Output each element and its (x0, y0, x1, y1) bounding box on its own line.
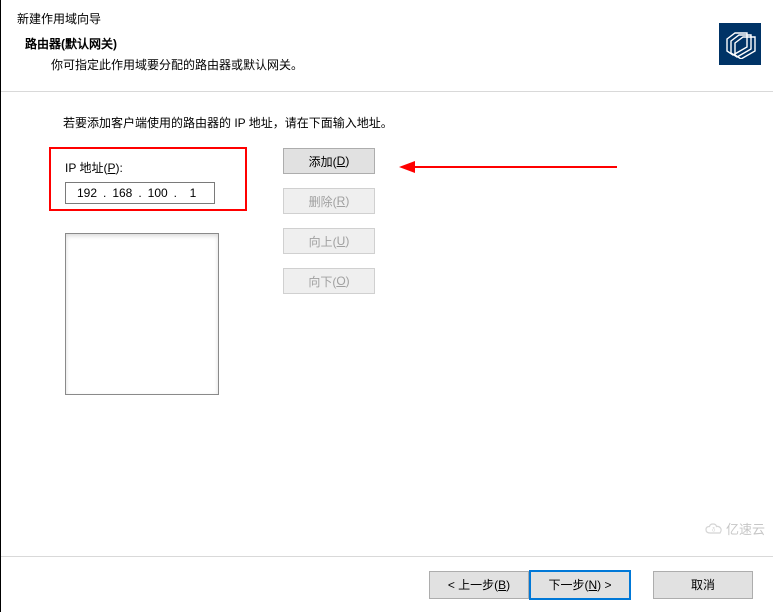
delete-button: 删除(R) (283, 188, 375, 214)
back-suffix: ) (506, 578, 510, 592)
up-label-prefix: 向上( (309, 233, 337, 250)
instruction-text: 若要添加客户端使用的路由器的 IP 地址，请在下面输入地址。 (63, 114, 773, 131)
next-suffix: ) > (597, 578, 611, 592)
wizard-header: 路由器(默认网关) 你可指定此作用域要分配的路由器或默认网关。 (1, 27, 773, 91)
up-label-suffix: ) (345, 234, 349, 248)
move-down-button: 向下(O) (283, 268, 375, 294)
ip-octet-2[interactable]: 168 (108, 186, 136, 200)
ip-octet-4[interactable]: 1 (179, 186, 207, 200)
ip-octet-3[interactable]: 100 (144, 186, 172, 200)
add-button[interactable]: 添加(D) (283, 148, 375, 174)
ip-dot: . (172, 186, 179, 200)
add-label-prefix: 添加( (309, 153, 337, 170)
ip-address-input[interactable]: 192 . 168 . 100 . 1 (65, 182, 215, 204)
ip-dot: . (101, 186, 108, 200)
ip-label: IP 地址(P): (65, 159, 773, 176)
header-description: 你可指定此作用域要分配的路由器或默认网关。 (25, 52, 773, 73)
down-mnemonic: O (336, 274, 345, 288)
action-buttons: 添加(D) 删除(R) 向上(U) 向下(O) (283, 148, 375, 294)
ip-dot: . (136, 186, 143, 200)
next-mnemonic: N (588, 578, 597, 592)
next-prefix: 下一步( (548, 576, 588, 593)
next-button[interactable]: 下一步(N) > (529, 570, 631, 600)
folders-icon (719, 23, 761, 65)
down-label-prefix: 向下( (308, 273, 336, 290)
gateway-listbox[interactable] (65, 233, 219, 395)
del-label-prefix: 删除( (309, 193, 337, 210)
del-label-suffix: ) (345, 194, 349, 208)
header-title: 路由器(默认网关) (25, 35, 773, 52)
watermark: δ 亿速云 (705, 519, 765, 538)
watermark-text: 亿速云 (726, 519, 765, 538)
back-button[interactable]: < 上一步(B) (429, 571, 529, 599)
ip-address-group: IP 地址(P): 192 . 168 . 100 . 1 (63, 159, 773, 204)
up-mnemonic: U (337, 234, 346, 248)
back-mnemonic: B (498, 578, 506, 592)
window-title: 新建作用域向导 (1, 0, 773, 27)
cancel-button[interactable]: 取消 (653, 571, 753, 599)
cloud-icon: δ (705, 523, 723, 535)
wizard-footer: < 上一步(B) 下一步(N) > 取消 (1, 556, 773, 612)
wizard-window: 新建作用域向导 路由器(默认网关) 你可指定此作用域要分配的路由器或默认网关。 … (0, 0, 773, 612)
add-mnemonic: D (337, 154, 346, 168)
ip-octet-1[interactable]: 192 (73, 186, 101, 200)
back-prefix: < 上一步( (448, 576, 498, 593)
del-mnemonic: R (337, 194, 346, 208)
ip-label-suffix: ): (115, 161, 122, 175)
add-label-suffix: ) (345, 154, 349, 168)
down-label-suffix: ) (346, 274, 350, 288)
ip-label-prefix: IP 地址( (65, 161, 107, 175)
move-up-button: 向上(U) (283, 228, 375, 254)
